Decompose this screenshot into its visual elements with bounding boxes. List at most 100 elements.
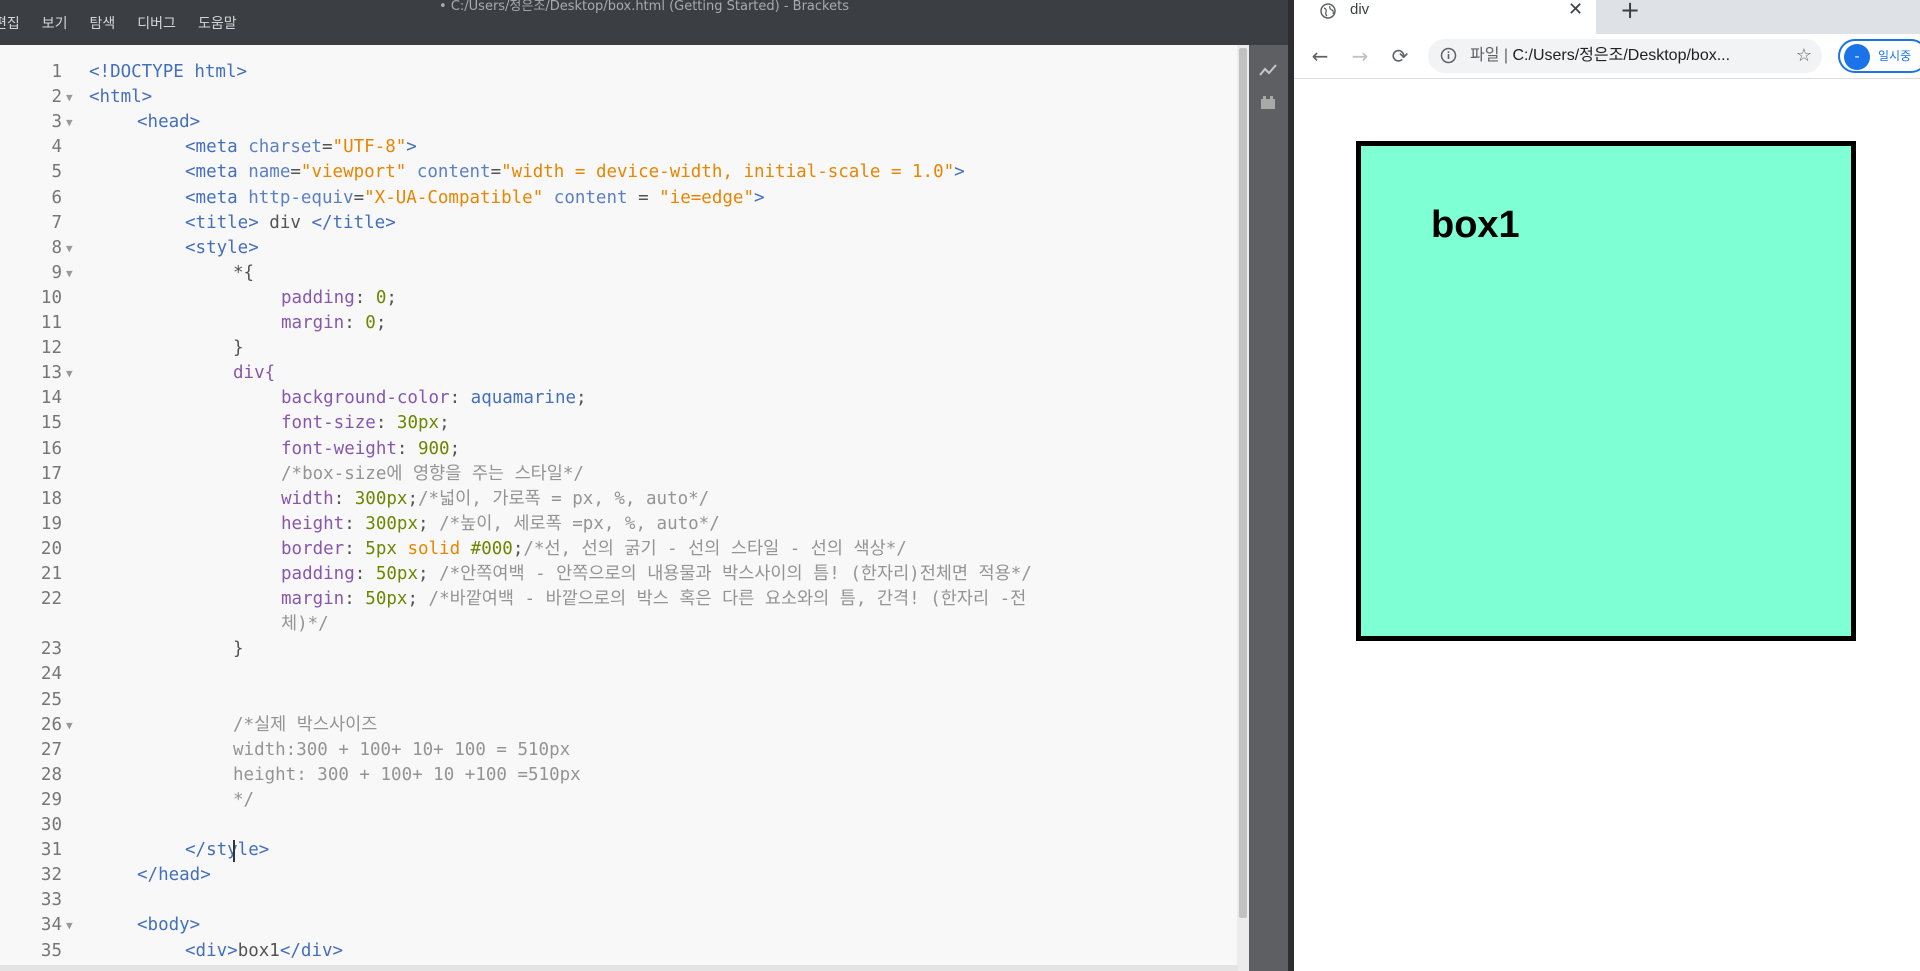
fold-arrow-icon[interactable]: ▼ bbox=[66, 713, 73, 738]
code-line[interactable]: 10 padding: 0; bbox=[0, 286, 1230, 311]
fold-arrow-icon[interactable]: ▼ bbox=[66, 110, 73, 135]
line-number: 34 bbox=[40, 915, 62, 936]
code-line[interactable]: 15 font-size: 30px; bbox=[0, 411, 1230, 436]
code-token: *{ bbox=[233, 262, 255, 283]
code-token: > bbox=[954, 162, 965, 183]
code-line[interactable]: 32 </head> bbox=[0, 863, 1230, 888]
code-token: padding bbox=[281, 564, 355, 584]
code-line[interactable]: 28 height: 300 + 100+ 10 +100 =510px bbox=[0, 763, 1230, 788]
code-token: </style> bbox=[185, 840, 270, 861]
line-number: 15 bbox=[40, 413, 62, 434]
editor-scroll-thumb[interactable] bbox=[1239, 48, 1247, 918]
editor-horizontal-scrollbar[interactable] bbox=[0, 965, 1238, 971]
fold-arrow-icon[interactable]: ▼ bbox=[66, 85, 73, 110]
live-preview-icon[interactable] bbox=[1259, 62, 1277, 80]
code-line[interactable]: 26 ▼ /*실제 박스사이즈 bbox=[0, 713, 1230, 738]
code-token: <head> bbox=[137, 112, 201, 133]
line-number: 27 bbox=[40, 739, 62, 760]
code-line[interactable]: 23} bbox=[0, 637, 1230, 662]
code-token: ; bbox=[512, 538, 524, 559]
browser-tab[interactable]: div ✕ bbox=[1294, 0, 1596, 34]
code-line[interactable]: 14 background-color: aquamarine; bbox=[0, 386, 1230, 411]
brackets-window: • C:/Users/정은조/Desktop/box.html (Getting… bbox=[0, 0, 1288, 971]
bookmark-star-icon[interactable]: ☆ bbox=[1796, 39, 1812, 73]
code-line[interactable]: 17 /*box-size에 영향을 주는 스타일*/ bbox=[0, 462, 1230, 487]
code-line[interactable]: 4 <meta charset="UTF-8"> bbox=[0, 135, 1230, 160]
forward-button[interactable]: → bbox=[1346, 42, 1374, 70]
menu-navigate[interactable]: 탐색 bbox=[78, 14, 126, 36]
code-token: <meta bbox=[185, 137, 249, 158]
code-token: 0 bbox=[365, 313, 376, 333]
code-line[interactable]: 21 padding: 50px; /*안쪽여백 - 안쪽으로의 내용물과 박스사… bbox=[0, 562, 1230, 587]
code-line[interactable]: 체)*/ bbox=[0, 612, 1230, 637]
code-token: http-equiv bbox=[248, 187, 354, 208]
code-line[interactable]: 18 width: 300px;/*넓이, 가로폭 = px, %, auto*/ bbox=[0, 487, 1230, 512]
code-line[interactable]: 5 <meta name="viewport" content="width = … bbox=[0, 160, 1230, 185]
code-token: > bbox=[406, 137, 417, 158]
menu-view[interactable]: 보기 bbox=[30, 14, 78, 36]
fold-arrow-icon[interactable]: ▼ bbox=[66, 913, 73, 938]
code-token: ; bbox=[576, 388, 587, 409]
code-line[interactable]: 6 <meta http-equiv="X-UA-Compatible" cont… bbox=[0, 186, 1230, 211]
code-line[interactable]: 31 </style> bbox=[0, 838, 1230, 863]
code-line[interactable]: 7 <title> div </title> bbox=[0, 211, 1230, 236]
code-line[interactable]: 19 height: 300px; /*높이, 세로폭 =px, %, auto*… bbox=[0, 512, 1230, 537]
code-token: 50px bbox=[365, 589, 408, 610]
code-line[interactable]: 1 <!DOCTYPE html> bbox=[0, 60, 1230, 85]
code-token: ; bbox=[417, 513, 440, 534]
new-tab-button[interactable]: + bbox=[1620, 0, 1640, 23]
profile-button[interactable]: - 일시중 bbox=[1838, 39, 1920, 73]
code-token: 300px bbox=[354, 488, 408, 509]
line-number: 10 bbox=[40, 287, 62, 308]
code-token: </head> bbox=[137, 865, 211, 886]
code-text: height: 300 + 100+ 10 +100 =510px bbox=[233, 763, 581, 788]
code-editor[interactable]: 1 <!DOCTYPE html> 2 ▼ <html> 3 ▼ <head> 4 <meta c… bbox=[0, 45, 1238, 971]
code-line[interactable]: 25 bbox=[0, 688, 1230, 713]
menu-debug[interactable]: 디버그 bbox=[125, 14, 186, 36]
code-token: : bbox=[396, 438, 418, 459]
back-button[interactable]: ← bbox=[1306, 42, 1334, 70]
code-line[interactable]: 33 bbox=[0, 888, 1230, 913]
code-line[interactable]: 3 ▼ <head> bbox=[0, 110, 1230, 135]
code-line[interactable]: 27 width:300 + 100+ 10+ 100 = 510px bbox=[0, 738, 1230, 763]
code-line[interactable]: 13 ▼ div{ bbox=[0, 361, 1230, 386]
code-line[interactable]: 22 margin: 50px; /*바깥여백 - 바깥으로의 박스 혹은 다른 … bbox=[0, 587, 1230, 612]
code-line[interactable]: 35 <div>box1</div> bbox=[0, 939, 1230, 964]
code-token: = bbox=[490, 162, 502, 183]
code-line[interactable]: 24 bbox=[0, 662, 1230, 687]
extension-manager-icon[interactable] bbox=[1259, 93, 1277, 111]
code-line[interactable]: 16 font-weight: 900; bbox=[0, 437, 1230, 462]
editor-vertical-scrollbar[interactable] bbox=[1237, 45, 1249, 971]
fold-arrow-icon[interactable]: ▼ bbox=[66, 361, 73, 386]
address-bar[interactable]: 파일 | C:/Users/정은조/Desktop/box... ☆ bbox=[1428, 39, 1822, 73]
menu-help[interactable]: 도움말 bbox=[186, 14, 247, 36]
code-text: margin: 50px; /*바깥여백 - 바깥으로의 박스 혹은 다른 요소… bbox=[281, 587, 1026, 612]
code-token: : bbox=[333, 488, 355, 509]
close-icon[interactable]: ✕ bbox=[1568, 0, 1583, 20]
code-token: ; bbox=[407, 488, 418, 509]
code-token: = bbox=[290, 162, 301, 183]
code-line[interactable]: 30 bbox=[0, 813, 1230, 838]
code-line[interactable]: 34 ▼ <body> bbox=[0, 913, 1230, 938]
fold-arrow-icon[interactable]: ▼ bbox=[66, 261, 73, 286]
code-line[interactable]: 11 margin: 0; bbox=[0, 311, 1230, 336]
code-line[interactable]: 12} bbox=[0, 336, 1230, 361]
code-token: <html> bbox=[89, 87, 153, 108]
reload-button[interactable]: ⟳ bbox=[1386, 42, 1414, 70]
code-text: /*실제 박스사이즈 bbox=[233, 713, 377, 738]
line-number: 8 bbox=[51, 237, 62, 258]
code-token: #000 bbox=[470, 538, 513, 559]
line-number: 7 bbox=[51, 212, 62, 233]
code-line[interactable]: 8 ▼ <style> bbox=[0, 236, 1230, 261]
code-text: <body> bbox=[137, 913, 200, 938]
code-line[interactable]: 9 ▼ *{ bbox=[0, 261, 1230, 286]
fold-arrow-icon[interactable]: ▼ bbox=[66, 236, 73, 261]
code-token: <div> bbox=[185, 940, 238, 961]
code-line[interactable]: 20 border: 5px solid #000;/*선, 선의 굵기 - 선의… bbox=[0, 537, 1230, 562]
code-token: : bbox=[344, 513, 366, 534]
code-line[interactable]: 29 */ bbox=[0, 788, 1230, 813]
info-icon[interactable] bbox=[1440, 47, 1457, 64]
code-line[interactable]: 2 ▼ <html> bbox=[0, 85, 1230, 110]
menu-edit[interactable]: 편집 bbox=[0, 14, 30, 36]
code-token: : bbox=[375, 413, 397, 434]
